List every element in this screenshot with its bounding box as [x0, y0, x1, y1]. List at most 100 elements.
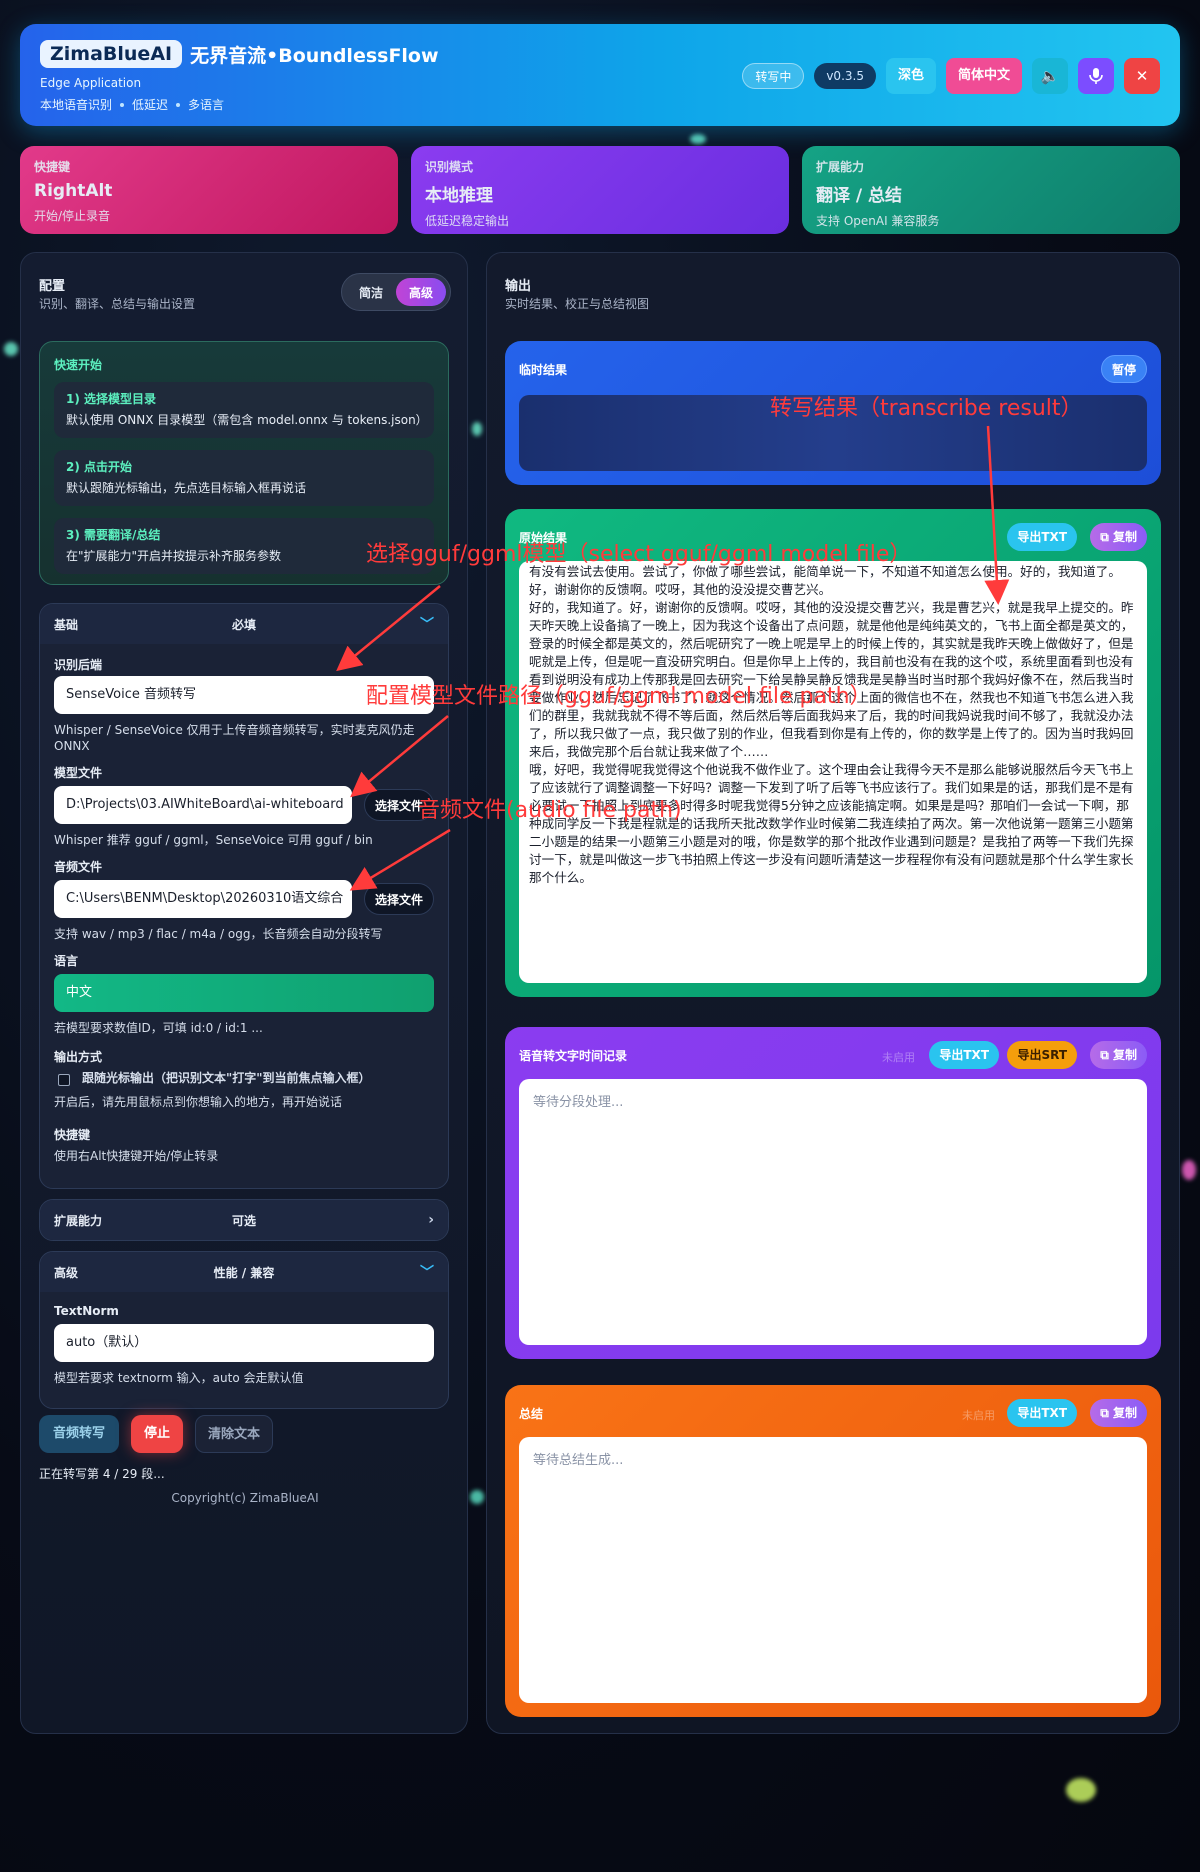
summary-title: 总结	[519, 1407, 544, 1421]
copy-label: 复制	[1112, 1048, 1137, 1062]
app-header: ZimaBlueAI 无界音流•BoundlessFlow Edge Appli…	[20, 24, 1180, 126]
close-icon: ✕	[1135, 67, 1149, 85]
section-tag: 必填	[231, 617, 257, 632]
language-select[interactable]: 中文	[54, 974, 434, 1012]
feature-desc: 开始/停止录音	[34, 209, 111, 223]
chevron-down-icon: ﹀	[420, 617, 434, 633]
copy-icon: ⧉	[1100, 1048, 1113, 1062]
output-subtitle: 实时结果、校正与总结视图	[505, 297, 650, 311]
tag-low-latency: 低延迟	[132, 98, 169, 112]
copy-label: 复制	[1112, 1406, 1137, 1420]
app-title: 无界音流•BoundlessFlow	[190, 44, 439, 67]
header-actions: 转写中 v0.3.5 深色 简体中文 🔈 ✕	[742, 58, 1160, 94]
timeline-title: 语音转文字时间记录	[519, 1049, 628, 1063]
summary-textarea[interactable]: 等待总结生成...	[519, 1437, 1147, 1703]
step-desc: 默认跟随光标输出，先点选目标输入框再说话	[66, 481, 307, 495]
clear-text-button[interactable]: 清除文本	[195, 1415, 273, 1453]
raw-result-textarea[interactable]: 有没有尝试去使用。尝试了，你做了哪些尝试，能简单说一下，不知道不知道怎么使用。好…	[519, 561, 1147, 983]
textnorm-select[interactable]: auto（默认）	[54, 1324, 434, 1362]
timeline-textarea[interactable]: 等待分段处理...	[519, 1079, 1147, 1345]
step-desc: 默认使用 ONNX 目录模型（需包含 model.onnx 与 tokens.j…	[66, 413, 428, 427]
audio-file-hint: 支持 wav / mp3 / flac / m4a / ogg，长音频会自动分段…	[54, 927, 383, 941]
status-badge: 转写中	[742, 63, 805, 89]
temp-result-title: 临时结果	[519, 363, 568, 377]
chevron-down-icon: ﹀	[420, 1265, 434, 1281]
annotation-transcribe-result: 转写结果（transcribe result）	[770, 396, 1083, 421]
raw-copy-button[interactable]: ⧉ 复制	[1090, 523, 1147, 551]
backend-label: 识别后端	[54, 658, 103, 672]
brand: ZimaBlueAI 无界音流•BoundlessFlow	[40, 40, 439, 68]
audio-choose-file-button[interactable]: 选择文件	[363, 883, 434, 915]
timeline-placeholder: 等待分段处理...	[533, 1095, 624, 1110]
summary-copy-button[interactable]: ⧉ 复制	[1090, 1399, 1147, 1427]
basic-section-header[interactable]: 基础 必填 ﹀	[40, 604, 448, 644]
feature-card-extension: 扩展能力 翻译 / 总结 支持 OpenAI 兼容服务	[802, 146, 1180, 234]
timeline-meta: 未启用	[882, 1051, 915, 1064]
quick-step-1: 1) 选择模型目录 默认使用 ONNX 目录模型（需包含 model.onnx …	[54, 382, 434, 438]
audio-file-label: 音频文件	[54, 860, 103, 874]
feature-value: 翻译 / 总结	[816, 186, 903, 206]
glow-dot	[470, 1490, 484, 1504]
step-title: 2) 点击开始	[66, 460, 133, 474]
timeline-export-txt-button[interactable]: 导出TXT	[929, 1041, 999, 1069]
config-title: 配置	[39, 279, 66, 294]
summary-export-txt-button[interactable]: 导出TXT	[1007, 1399, 1077, 1427]
mic-button[interactable]	[1078, 58, 1114, 94]
summary-meta: 未启用	[962, 1409, 995, 1422]
mode-advanced[interactable]: 高级	[396, 278, 446, 306]
annotation-audio-path: 音频文件(audio file path)	[418, 798, 682, 823]
hotkey-hint: 使用右Alt快捷键开始/停止转录	[54, 1149, 219, 1163]
advanced-section-header[interactable]: 高级 性能 / 兼容 ﹀	[40, 1252, 448, 1292]
quick-start-title: 快速开始	[54, 358, 103, 372]
follow-cursor-checkbox[interactable]	[58, 1074, 70, 1086]
section-title: 扩展能力	[54, 1213, 103, 1228]
output-panel: 输出 实时结果、校正与总结视图 临时结果 暂停 原始结果 导出TXT ⧉ 复制 …	[486, 252, 1180, 1734]
audio-file-input[interactable]: C:\Users\BENM\Desktop\20260310语文综合	[54, 880, 352, 918]
chevron-right-icon: ›	[428, 1212, 434, 1228]
annotation-model-path: 配置模型文件路径（gguf/ggml model file path）	[366, 684, 872, 709]
config-panel: 配置 识别、翻译、总结与输出设置 简洁 高级 快速开始 1) 选择模型目录 默认…	[20, 252, 468, 1734]
raw-export-txt-button[interactable]: 导出TXT	[1007, 523, 1077, 551]
textnorm-hint: 模型若要求 textnorm 输入，auto 会走默认值	[54, 1371, 304, 1385]
glow-dot	[690, 134, 706, 144]
feature-value: RightAlt	[34, 181, 113, 201]
tag-separator	[120, 102, 125, 107]
tag-multilingual: 多语言	[188, 98, 225, 112]
brand-badge: ZimaBlueAI	[40, 40, 183, 68]
step-title: 1) 选择模型目录	[66, 392, 157, 406]
timeline-export-srt-button[interactable]: 导出SRT	[1007, 1041, 1077, 1069]
glow-dot	[4, 342, 18, 356]
tag-local-asr: 本地语音识别	[40, 98, 113, 112]
follow-cursor-label: 跟随光标输出（把识别文本"打字"到当前焦点输入框）	[82, 1071, 371, 1085]
summary-placeholder: 等待总结生成...	[533, 1453, 624, 1468]
speaker-button[interactable]: 🔈	[1032, 58, 1068, 94]
model-file-label: 模型文件	[54, 766, 103, 780]
theme-button[interactable]: 深色	[885, 58, 936, 94]
copy-icon: ⧉	[1100, 1406, 1113, 1420]
app-tags: 本地语音识别 低延迟 多语言	[40, 96, 224, 113]
audio-transcribe-button[interactable]: 音频转写	[39, 1415, 119, 1453]
language-button[interactable]: 简体中文	[945, 58, 1022, 94]
feature-card-mode: 识别模式 本地推理 低延迟稳定输出	[411, 146, 789, 234]
mic-icon	[1089, 68, 1103, 84]
stop-button[interactable]: 停止	[131, 1415, 183, 1453]
output-mode-label: 输出方式	[54, 1050, 103, 1064]
extension-section: 扩展能力 可选 ›	[39, 1199, 449, 1241]
progress-status: 正在转写第 4 / 29 段...	[39, 1467, 165, 1481]
model-file-input[interactable]: D:\Projects\03.AIWhiteBoard\ai-whiteboar…	[54, 786, 352, 824]
mode-toggle[interactable]: 简洁 高级	[341, 273, 451, 311]
pause-button[interactable]: 暂停	[1100, 355, 1147, 383]
annotation-select-model: 选择gguf/ggml模型（select gguf/ggml model fil…	[366, 542, 912, 567]
section-tag: 可选	[231, 1213, 257, 1228]
close-button[interactable]: ✕	[1124, 58, 1160, 94]
textnorm-label: TextNorm	[54, 1304, 119, 1318]
language-hint: 若模型要求数值ID，可填 id:0 / id:1 ...	[54, 1021, 263, 1035]
extension-section-header[interactable]: 扩展能力 可选 ›	[40, 1200, 448, 1240]
mode-simple[interactable]: 简洁	[346, 278, 396, 306]
glow-dot	[472, 422, 482, 436]
glow-dot	[1066, 1778, 1096, 1802]
raw-transcript-text: 有没有尝试去使用。尝试了，你做了哪些尝试，能简单说一下，不知道不知道怎么使用。好…	[529, 564, 1134, 885]
timeline-copy-button[interactable]: ⧉ 复制	[1090, 1041, 1147, 1069]
output-title: 输出	[505, 279, 532, 294]
glow-dot	[1182, 1160, 1196, 1180]
